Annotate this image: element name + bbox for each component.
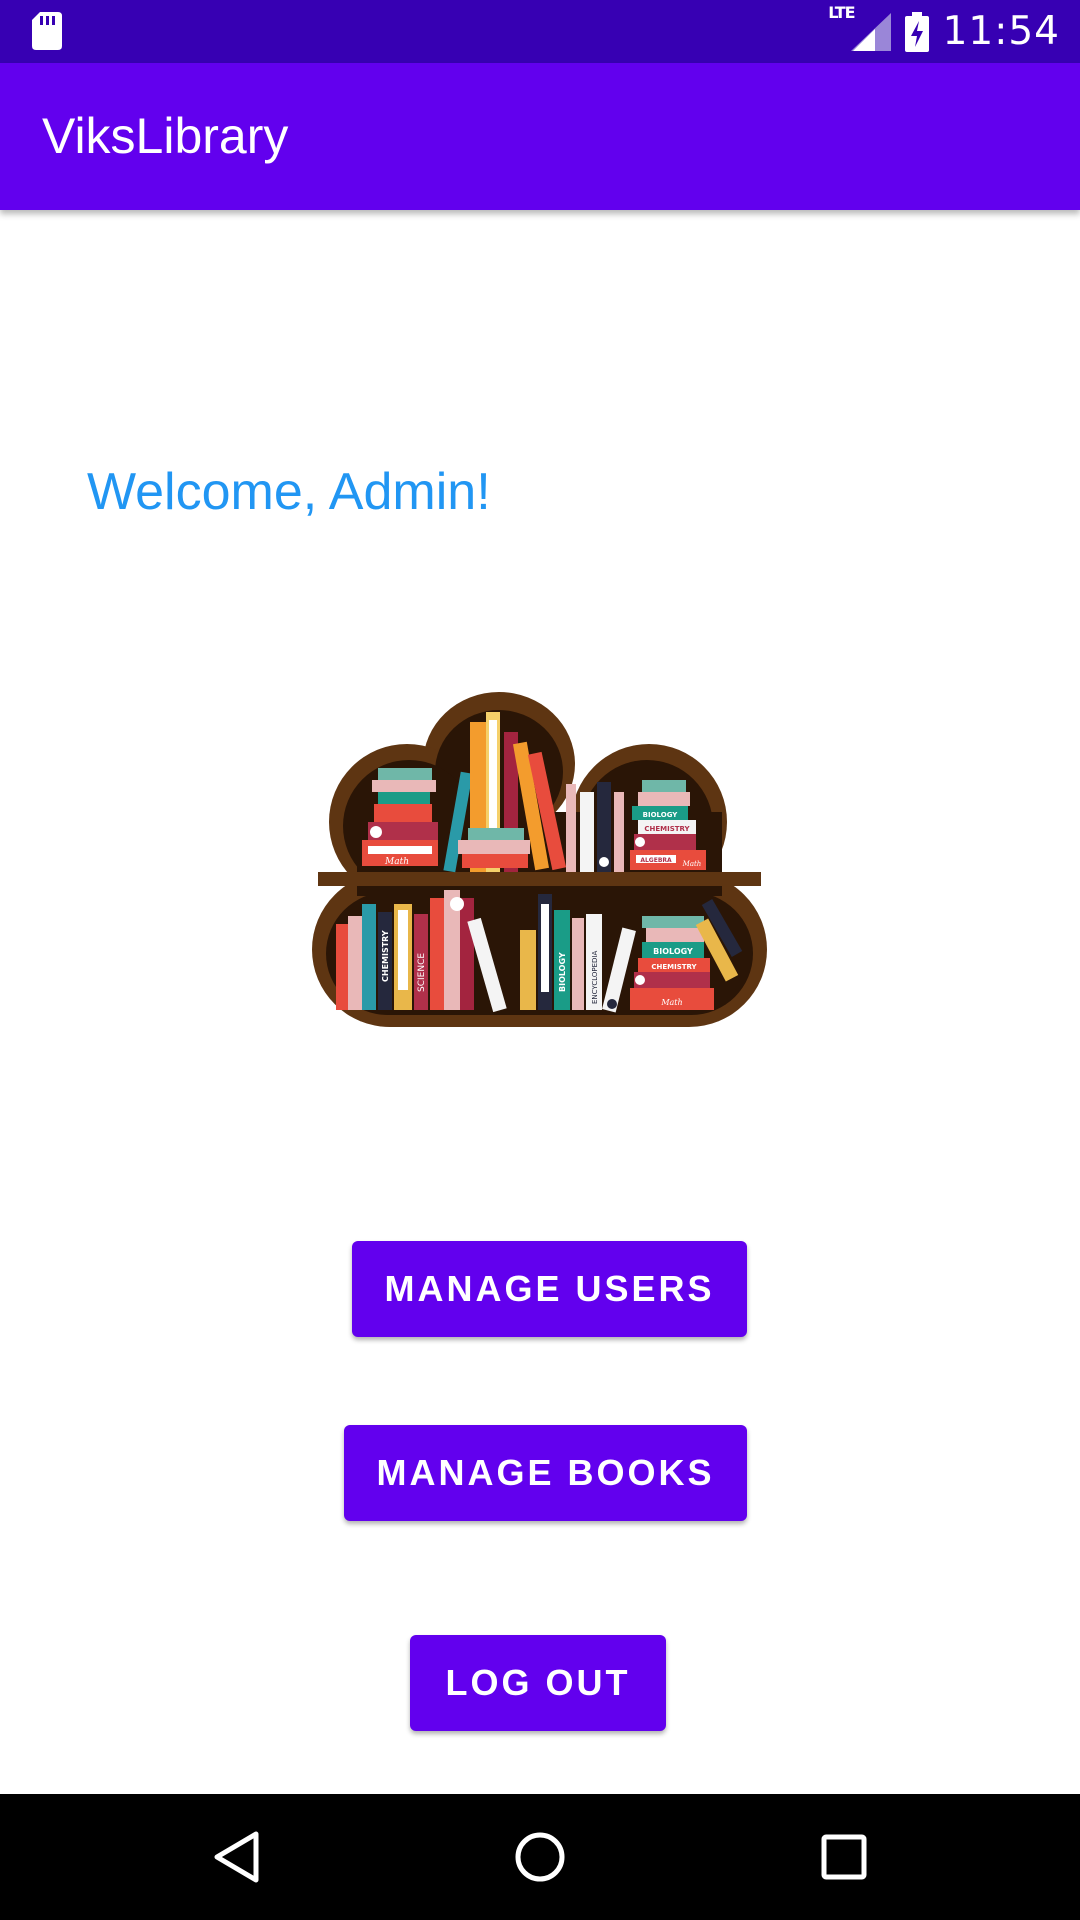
recents-button[interactable] <box>774 1794 914 1920</box>
status-clock: 11:54 <box>942 9 1060 54</box>
manage-users-button[interactable]: MANAGE USERS <box>352 1241 747 1337</box>
book-label: CHEMISTRY <box>381 930 390 982</box>
back-icon <box>214 1831 259 1883</box>
home-icon <box>515 1832 565 1882</box>
app-title: ViksLibrary <box>42 108 289 164</box>
book-label: ENCYCLOPEDIA <box>591 951 599 1004</box>
book-label: CHEMISTRY <box>651 963 697 971</box>
book-label: Math <box>384 857 409 867</box>
book-label: CHEMISTRY <box>644 825 690 833</box>
sd-card-icon <box>32 12 62 50</box>
welcome-message: Welcome, Admin! <box>87 463 491 521</box>
lte-signal: LTE <box>828 3 891 51</box>
log-out-button[interactable]: LOG OUT <box>410 1635 666 1731</box>
system-navigation-bar <box>0 1794 1080 1920</box>
status-bar: LTE 11:54 <box>0 0 1080 63</box>
home-button[interactable] <box>470 1794 610 1920</box>
book-label: SCIENCE <box>417 953 427 992</box>
battery-charging-icon <box>904 11 929 52</box>
book-label: ALGEBRA <box>640 857 672 864</box>
book-label: Math <box>682 860 702 868</box>
book-label: Math <box>660 998 682 1007</box>
book-label: BIOLOGY <box>558 952 567 992</box>
book-label: BIOLOGY <box>643 811 679 819</box>
signal-icon <box>850 12 891 51</box>
recents-icon <box>821 1834 867 1880</box>
app-bar: ViksLibrary <box>0 63 1080 210</box>
book-label: BIOLOGY <box>653 947 693 956</box>
manage-books-button[interactable]: MANAGE BOOKS <box>344 1425 747 1521</box>
back-button[interactable] <box>166 1794 306 1920</box>
bookshelf-cloud-illustration: Math Math ALGEBRA CHEMISTRY BIOLOGY CHEM… <box>312 692 767 1027</box>
